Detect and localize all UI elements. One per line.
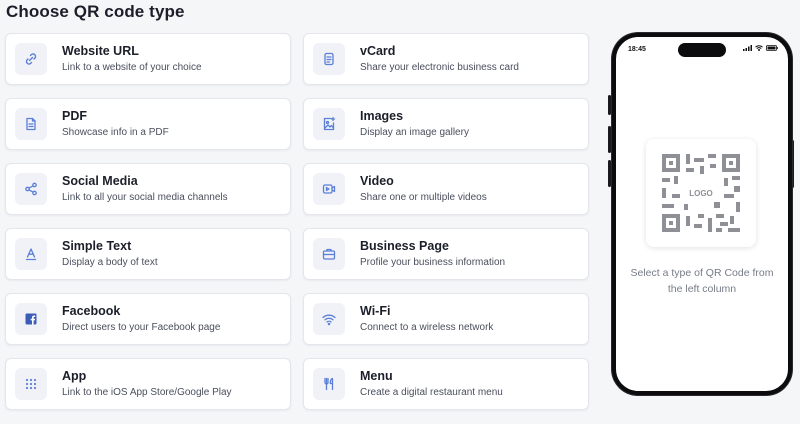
qr-type-menu[interactable]: Menu Create a digital restaurant menu xyxy=(303,358,589,410)
preview-hint: Select a type of QR Code from the left c… xyxy=(630,267,774,295)
link-icon xyxy=(15,43,47,75)
card-title: Video xyxy=(360,174,394,188)
fork-knife-icon xyxy=(313,368,345,400)
image-icon xyxy=(313,108,345,140)
phone-preview: 18:45 LOGO Select a type of QR Code from… xyxy=(612,33,792,395)
status-time: 18:45 xyxy=(628,46,646,53)
briefcase-icon xyxy=(313,238,345,270)
phone-volume-down xyxy=(608,160,611,187)
qr-type-images[interactable]: Images Display an image gallery xyxy=(303,98,589,150)
video-icon xyxy=(313,173,345,205)
card-title: Images xyxy=(360,109,404,123)
qr-type-business-page[interactable]: Business Page Profile your business info… xyxy=(303,228,589,280)
app-grid-icon xyxy=(15,368,47,400)
card-title: PDF xyxy=(62,109,87,123)
dynamic-island xyxy=(678,43,726,57)
card-title: Facebook xyxy=(62,304,121,318)
card-title: Website URL xyxy=(62,44,139,58)
wifi-icon xyxy=(313,303,345,335)
card-description: Create a digital restaurant menu xyxy=(360,387,503,398)
qr-logo-text: LOGO xyxy=(689,189,713,198)
card-title: App xyxy=(62,369,87,383)
qr-type-facebook[interactable]: Facebook Direct users to your Facebook p… xyxy=(5,293,291,345)
card-title: Wi-Fi xyxy=(360,304,391,318)
qr-type-app[interactable]: App Link to the iOS App Store/Google Pla… xyxy=(5,358,291,410)
card-title: Social Media xyxy=(62,174,138,188)
page-title: Choose QR code type xyxy=(6,2,185,21)
qr-type-vcard[interactable]: vCard Share your electronic business car… xyxy=(303,33,589,85)
wifi-status-icon xyxy=(755,45,763,51)
card-description: Share one or multiple videos xyxy=(360,192,487,203)
signal-icon xyxy=(743,45,752,51)
qr-code-placeholder: LOGO xyxy=(646,139,756,247)
card-description: Link to all your social media channels xyxy=(62,192,228,203)
facebook-icon xyxy=(15,303,47,335)
card-description: Connect to a wireless network xyxy=(360,322,494,333)
qr-type-pdf[interactable]: PDF Showcase info in a PDF xyxy=(5,98,291,150)
share-icon xyxy=(15,173,47,205)
card-description: Display an image gallery xyxy=(360,127,469,138)
card-description: Direct users to your Facebook page xyxy=(62,322,221,333)
card-title: Simple Text xyxy=(62,239,132,253)
qr-type-grid: Website URL Link to a website of your ch… xyxy=(5,33,591,410)
card-title: vCard xyxy=(360,44,396,58)
qr-type-wifi[interactable]: Wi-Fi Connect to a wireless network xyxy=(303,293,589,345)
battery-icon xyxy=(766,45,778,51)
qr-type-website-url[interactable]: Website URL Link to a website of your ch… xyxy=(5,33,291,85)
status-icons xyxy=(743,45,778,51)
phone-volume-up xyxy=(608,126,611,153)
text-icon xyxy=(15,238,47,270)
qr-type-video[interactable]: Video Share one or multiple videos xyxy=(303,163,589,215)
qr-type-social-media[interactable]: Social Media Link to all your social med… xyxy=(5,163,291,215)
card-description: Link to the iOS App Store/Google Play xyxy=(62,387,232,398)
phone-mute-switch xyxy=(608,95,611,115)
card-description: Display a body of text xyxy=(62,257,158,268)
card-description: Link to a website of your choice xyxy=(62,62,202,73)
card-title: Menu xyxy=(360,369,393,383)
card-description: Showcase info in a PDF xyxy=(62,127,169,138)
card-description: Share your electronic business card xyxy=(360,62,519,73)
qr-code-graphic: LOGO xyxy=(662,154,740,232)
qr-type-simple-text[interactable]: Simple Text Display a body of text xyxy=(5,228,291,280)
card-description: Profile your business information xyxy=(360,257,506,268)
pdf-icon xyxy=(15,108,47,140)
card-title: Business Page xyxy=(360,239,449,253)
vcard-icon xyxy=(313,43,345,75)
